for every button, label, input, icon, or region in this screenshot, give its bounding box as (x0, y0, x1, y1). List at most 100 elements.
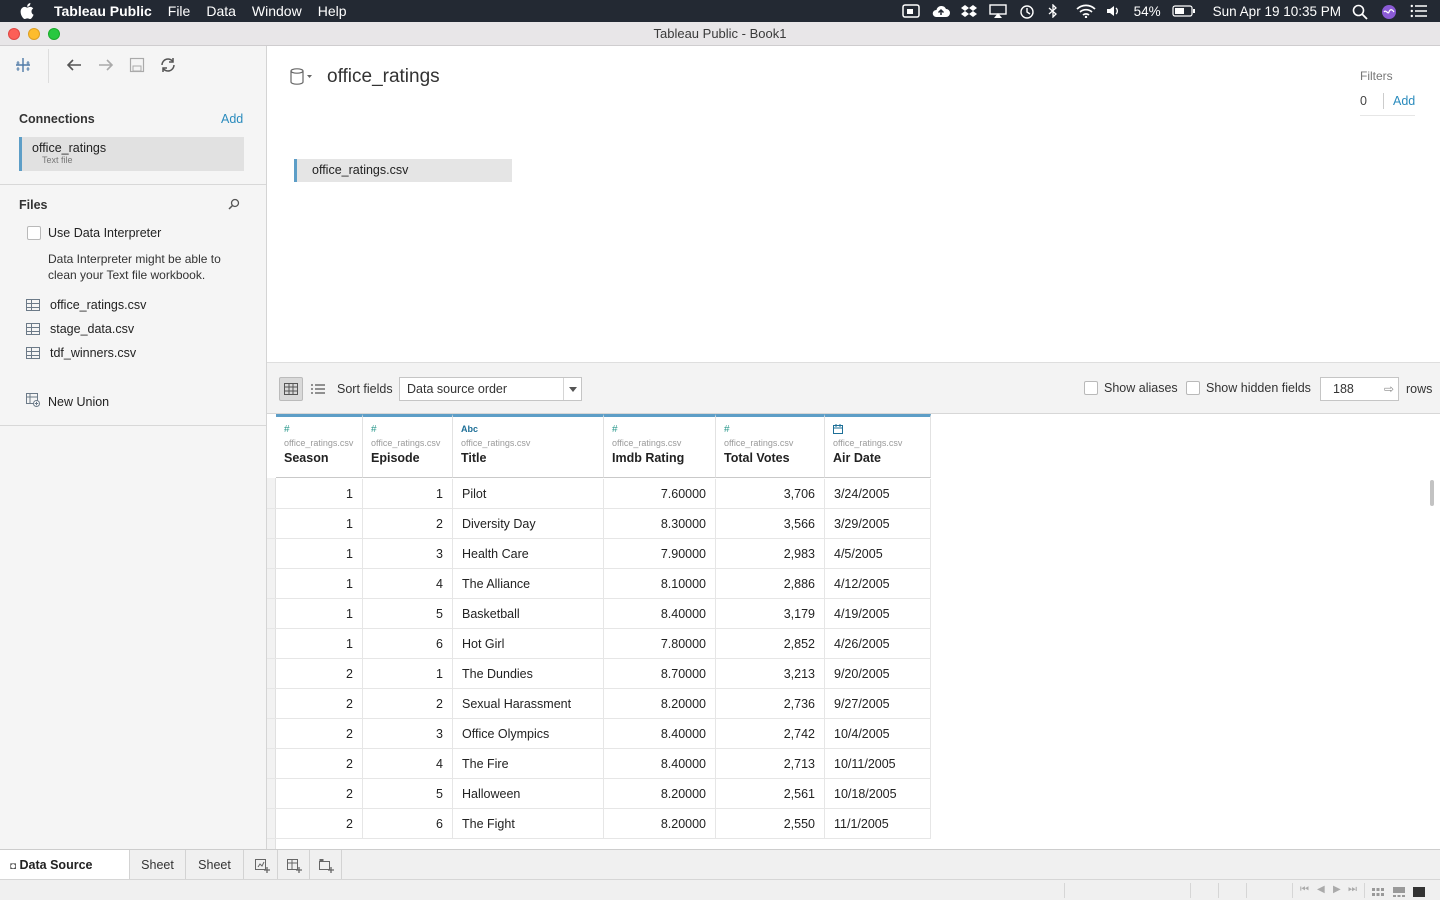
column-header-season[interactable]: # office_ratings.csv Season (276, 414, 363, 478)
cell-title[interactable]: Pilot (453, 479, 604, 509)
cell-season[interactable]: 1 (276, 629, 363, 659)
show-hidden-fields-option[interactable]: Show hidden fields (1186, 381, 1311, 395)
dropbox-icon[interactable] (960, 4, 978, 18)
time-machine-icon[interactable] (1018, 4, 1036, 19)
cell-season[interactable]: 2 (276, 719, 363, 749)
cell-season[interactable]: 1 (276, 599, 363, 629)
add-filter-link[interactable]: Add (1393, 94, 1415, 108)
menu-file[interactable]: File (168, 3, 191, 19)
cloud-upload-icon[interactable] (931, 4, 950, 18)
cell-air-date[interactable]: 10/4/2005 (825, 719, 931, 749)
canvas-table-office-ratings[interactable]: office_ratings.csv (294, 159, 512, 182)
apple-icon[interactable] (20, 3, 38, 19)
cell-air-date[interactable]: 4/19/2005 (825, 599, 931, 629)
add-connection-link[interactable]: Add (221, 112, 243, 126)
cell-title[interactable]: Sexual Harassment (453, 689, 604, 719)
cell-episode[interactable]: 4 (363, 749, 453, 779)
cell-total-votes[interactable]: 3,213 (716, 659, 825, 689)
connection-item[interactable]: office_ratings Text file (19, 137, 244, 171)
airplay-icon[interactable] (988, 4, 1007, 18)
menu-help[interactable]: Help (318, 3, 347, 19)
cell-title[interactable]: The Fire (453, 749, 604, 779)
arrow-right-icon[interactable]: ⇨ (1384, 378, 1394, 400)
cell-imdb-rating[interactable]: 8.70000 (604, 659, 716, 689)
database-icon[interactable] (289, 68, 313, 89)
menu-window[interactable]: Window (252, 3, 302, 19)
cell-total-votes[interactable]: 2,550 (716, 809, 825, 839)
column-header-episode[interactable]: # office_ratings.csv Episode (363, 414, 453, 478)
cell-total-votes[interactable]: 2,852 (716, 629, 825, 659)
cell-episode[interactable]: 5 (363, 599, 453, 629)
new-dashboard-button[interactable] (278, 850, 310, 880)
column-header-air-date[interactable]: office_ratings.csv Air Date (825, 414, 931, 478)
siri-icon[interactable] (1381, 4, 1399, 19)
cell-episode[interactable]: 1 (363, 479, 453, 509)
tableau-logo-icon[interactable] (14, 56, 32, 77)
cell-episode[interactable]: 3 (363, 719, 453, 749)
cell-title[interactable]: Basketball (453, 599, 604, 629)
grid-view-button[interactable] (279, 377, 303, 401)
data-interpreter-option[interactable]: Use Data Interpreter (27, 226, 161, 240)
cell-episode[interactable]: 2 (363, 689, 453, 719)
cell-air-date[interactable]: 3/24/2005 (825, 479, 931, 509)
cell-title[interactable]: The Fight (453, 809, 604, 839)
cell-title[interactable]: Health Care (453, 539, 604, 569)
search-files-icon[interactable] (228, 198, 240, 213)
wifi-icon[interactable] (1076, 4, 1096, 19)
cell-total-votes[interactable]: 2,713 (716, 749, 825, 779)
cell-air-date[interactable]: 3/29/2005 (825, 509, 931, 539)
show-aliases-option[interactable]: Show aliases (1084, 381, 1178, 395)
new-worksheet-button[interactable] (246, 850, 278, 880)
cell-imdb-rating[interactable]: 8.10000 (604, 569, 716, 599)
column-name[interactable]: Air Date (833, 451, 930, 465)
show-tabs-icon[interactable] (1413, 885, 1425, 900)
number-type-icon[interactable]: # (284, 424, 362, 436)
cell-air-date[interactable]: 4/12/2005 (825, 569, 931, 599)
window-zoom-button[interactable] (48, 28, 60, 40)
data-source-name[interactable]: office_ratings (327, 66, 440, 88)
column-header-imdb-rating[interactable]: # office_ratings.csv Imdb Rating (604, 414, 716, 478)
new-union-item[interactable]: New Union (26, 393, 109, 410)
volume-icon[interactable] (1105, 4, 1123, 18)
cell-total-votes[interactable]: 3,706 (716, 479, 825, 509)
cell-imdb-rating[interactable]: 8.40000 (604, 749, 716, 779)
cell-imdb-rating[interactable]: 8.20000 (604, 689, 716, 719)
tab-sheet-2[interactable]: Sheet 2 (186, 850, 244, 900)
cell-air-date[interactable]: 9/20/2005 (825, 659, 931, 689)
date-type-icon[interactable] (833, 424, 930, 436)
file-item-tdf-winners[interactable]: tdf_winners.csv (26, 346, 136, 360)
notification-center-icon[interactable] (1410, 4, 1428, 18)
show-filmstrip-icon[interactable] (1393, 885, 1405, 900)
number-type-icon[interactable]: # (612, 424, 715, 436)
cell-season[interactable]: 2 (276, 779, 363, 809)
prev-sheet-icon[interactable]: ◀ (1317, 884, 1325, 895)
cell-total-votes[interactable]: 2,561 (716, 779, 825, 809)
column-header-title[interactable]: Abc office_ratings.csv Title (453, 414, 604, 478)
new-story-button[interactable] (310, 850, 342, 880)
column-name[interactable]: Total Votes (724, 451, 824, 465)
last-sheet-icon[interactable]: ⏭ (1348, 884, 1357, 895)
vertical-scrollbar[interactable] (1430, 480, 1434, 506)
cell-title[interactable]: Diversity Day (453, 509, 604, 539)
column-name[interactable]: Episode (371, 451, 452, 465)
cell-episode[interactable]: 3 (363, 539, 453, 569)
next-sheet-icon[interactable]: ▶ (1333, 884, 1341, 895)
cell-imdb-rating[interactable]: 8.30000 (604, 509, 716, 539)
undo-arrow-icon[interactable] (65, 57, 83, 76)
number-type-icon[interactable]: # (724, 424, 824, 436)
cell-title[interactable]: Hot Girl (453, 629, 604, 659)
cell-total-votes[interactable]: 3,179 (716, 599, 825, 629)
cell-total-votes[interactable]: 2,742 (716, 719, 825, 749)
battery-icon[interactable] (1172, 4, 1196, 18)
cell-total-votes[interactable]: 3,566 (716, 509, 825, 539)
cell-air-date[interactable]: 4/5/2005 (825, 539, 931, 569)
save-icon[interactable] (129, 57, 145, 76)
cell-title[interactable]: The Dundies (453, 659, 604, 689)
cell-air-date[interactable]: 10/11/2005 (825, 749, 931, 779)
number-type-icon[interactable]: # (371, 424, 452, 436)
cell-imdb-rating[interactable]: 7.60000 (604, 479, 716, 509)
cell-season[interactable]: 2 (276, 809, 363, 839)
cell-total-votes[interactable]: 2,983 (716, 539, 825, 569)
show-hidden-fields-checkbox[interactable] (1186, 381, 1200, 395)
show-aliases-checkbox[interactable] (1084, 381, 1098, 395)
